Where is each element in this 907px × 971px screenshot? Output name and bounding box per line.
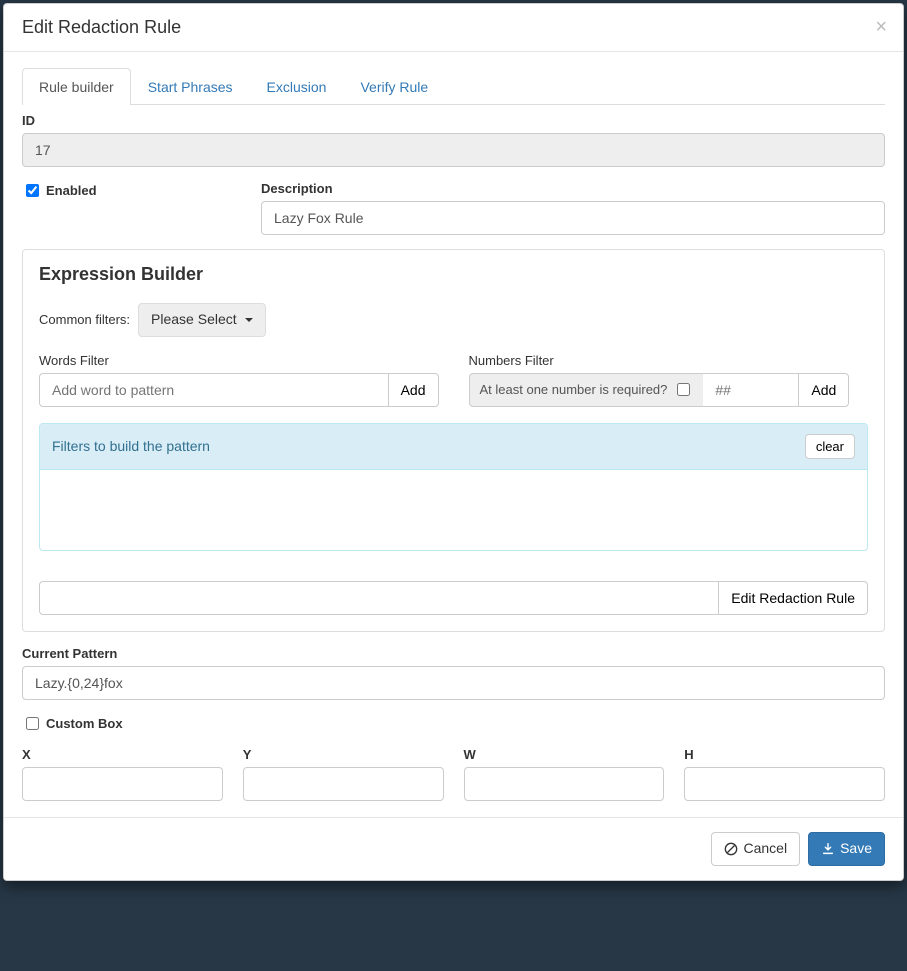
modal-header: Edit Redaction Rule ×	[4, 4, 903, 52]
cancel-button-label: Cancel	[743, 839, 787, 859]
enabled-label: Enabled	[46, 183, 97, 198]
w-label: W	[464, 747, 665, 762]
current-pattern-field[interactable]	[22, 666, 885, 700]
cancel-icon	[724, 842, 738, 856]
chevron-down-icon	[245, 318, 253, 322]
common-filters-selected: Please Select	[151, 310, 237, 330]
cancel-button[interactable]: Cancel	[711, 832, 800, 866]
clear-button[interactable]: clear	[805, 434, 855, 459]
id-field	[22, 133, 885, 167]
description-label: Description	[261, 181, 885, 196]
words-filter-label: Words Filter	[39, 353, 439, 368]
numbers-filter-label: Numbers Filter	[469, 353, 869, 368]
modal-body: Rule builder Start Phrases Exclusion Ver…	[4, 52, 903, 801]
current-pattern-label: Current Pattern	[22, 646, 885, 661]
h-field[interactable]	[684, 767, 885, 801]
x-label: X	[22, 747, 223, 762]
y-field[interactable]	[243, 767, 444, 801]
tab-verify-rule[interactable]: Verify Rule	[343, 68, 445, 105]
words-filter-add-button[interactable]: Add	[388, 373, 439, 407]
tab-rule-builder[interactable]: Rule builder	[22, 68, 131, 105]
custom-box-checkbox-wrapper[interactable]: Custom Box	[22, 714, 123, 733]
w-field[interactable]	[464, 767, 665, 801]
filters-build-panel: Filters to build the pattern clear	[39, 423, 868, 551]
save-button-label: Save	[840, 839, 872, 859]
modal-title: Edit Redaction Rule	[22, 17, 181, 38]
y-label: Y	[243, 747, 444, 762]
edit-rule-input[interactable]	[39, 581, 718, 615]
numbers-required-checkbox[interactable]	[677, 383, 690, 396]
h-label: H	[684, 747, 885, 762]
id-label: ID	[22, 113, 885, 128]
custom-box-label: Custom Box	[46, 716, 123, 731]
modal-footer: Cancel Save	[4, 817, 903, 880]
common-filters-dropdown[interactable]: Please Select	[138, 303, 266, 337]
x-field[interactable]	[22, 767, 223, 801]
expression-builder-title: Expression Builder	[39, 264, 868, 285]
custom-box-checkbox[interactable]	[26, 717, 39, 730]
enabled-checkbox-wrapper[interactable]: Enabled	[22, 181, 97, 200]
close-icon[interactable]: ×	[875, 17, 887, 37]
numbers-filter-input[interactable]	[703, 373, 798, 407]
filters-build-body	[40, 470, 867, 550]
expression-builder-panel: Expression Builder Common filters: Pleas…	[22, 249, 885, 632]
numbers-required-label: At least one number is required?	[480, 382, 668, 397]
edit-redaction-rule-button[interactable]: Edit Redaction Rule	[718, 581, 868, 615]
tab-bar: Rule builder Start Phrases Exclusion Ver…	[22, 68, 885, 105]
description-field[interactable]	[261, 201, 885, 235]
numbers-required-wrapper: At least one number is required?	[469, 373, 704, 407]
numbers-filter-add-button[interactable]: Add	[798, 373, 849, 407]
edit-redaction-rule-modal: Edit Redaction Rule × Rule builder Start…	[3, 3, 904, 881]
words-filter-input[interactable]	[39, 373, 388, 407]
save-button[interactable]: Save	[808, 832, 885, 866]
enabled-checkbox[interactable]	[26, 184, 39, 197]
save-icon	[821, 842, 835, 856]
common-filters-label: Common filters:	[39, 312, 130, 327]
tab-exclusion[interactable]: Exclusion	[250, 68, 344, 105]
filters-build-title: Filters to build the pattern	[52, 438, 210, 454]
tab-start-phrases[interactable]: Start Phrases	[131, 68, 250, 105]
